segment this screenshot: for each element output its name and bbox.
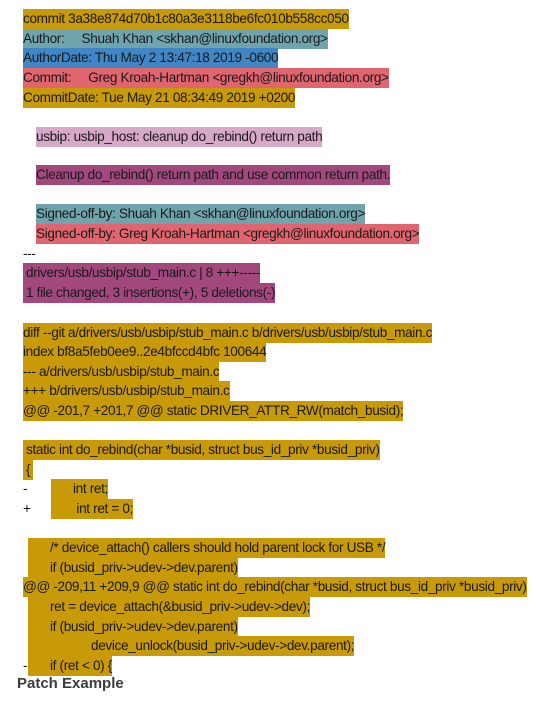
diff-git: diff --git a/drivers/usb/usbip/stub_main… [23, 323, 432, 343]
signoff-shuah: Signed-off-by: Shuah Khan <skhan@linuxfo… [36, 204, 365, 224]
patch-view: commit 3a38e874d70b1c80a3e3118be6fc010b5… [0, 0, 536, 716]
new-file-line: +++ b/drivers/usb/usbip/stub_main.c [23, 381, 230, 401]
signoff-greg: Signed-off-by: Greg Kroah-Hartman <gregk… [36, 224, 420, 244]
author-date-line: AuthorDate: Thu May 2 13:47:18 2019 -060… [23, 48, 279, 68]
deletion-marker: - [23, 481, 28, 496]
if-parent-check-2: if (busid_priv->udev->dev.parent) [28, 617, 238, 637]
if-ret-line: - if (ret < 0) { [23, 656, 112, 676]
addition-marker: + [23, 501, 31, 516]
separator-line: --- [23, 244, 36, 264]
stat-summary: 1 file changed, 3 insertions(+), 5 delet… [23, 283, 276, 303]
commit-line: commit 3a38e874d70b1c80a3e3118be6fc010b5… [23, 9, 349, 29]
if-parent-check-1: if (busid_priv->udev->dev.parent) [28, 558, 238, 578]
device-unlock-call: device_unlock(busid_priv->udev->dev.pare… [28, 636, 355, 656]
separator: --- [23, 246, 36, 261]
hunk-header-1: @@ -201,7 +201,7 @@ static DRIVER_ATTR_R… [23, 401, 404, 421]
figure-caption: Patch Example [17, 675, 124, 692]
committer: Commit: Greg Kroah-Hartman <gregkh@linux… [23, 68, 389, 88]
del-ret-line: - int ret; [23, 479, 108, 499]
stat-summary-line: 1 file changed, 3 insertions(+), 5 delet… [23, 283, 276, 303]
brace-line: { [23, 460, 34, 480]
diff-old-file: --- a/drivers/usb/usbip/stub_main.c [23, 362, 220, 382]
added-ret-decl: int ret = 0; [51, 499, 133, 519]
commit-hash: commit 3a38e874d70b1c80a3e3118be6fc010b5… [23, 9, 349, 29]
subject-line: usbip: usbip_host: cleanup do_rebind() r… [36, 127, 323, 147]
commit-date: CommitDate: Tue May 21 08:34:49 2019 +02… [23, 88, 295, 108]
ret-device-attach: ret = device_attach(&busid_priv->udev->d… [28, 597, 310, 617]
hunk-1: @@ -201,7 +201,7 @@ static DRIVER_ATTR_R… [23, 401, 404, 421]
author-date: AuthorDate: Thu May 2 13:47:18 2019 -060… [23, 48, 279, 68]
index-line: index bf8a5feb0ee9..2e4bfccd4bfc 100644 [23, 342, 267, 362]
stat-file-line: drivers/usb/usbip/stub_main.c | 8 +++---… [23, 263, 260, 283]
if-ret-negative: if (ret < 0) { [28, 656, 112, 676]
diff-index: index bf8a5feb0ee9..2e4bfccd4bfc 100644 [23, 342, 267, 362]
signoff-line-2: Signed-off-by: Greg Kroah-Hartman <gregk… [36, 224, 420, 244]
deletion-marker-2: - [23, 658, 28, 673]
author: Author: Shuah Khan <skhan@linuxfoundatio… [23, 29, 328, 49]
add-ret-line: + int ret = 0; [23, 499, 133, 519]
old-file-line: --- a/drivers/usb/usbip/stub_main.c [23, 362, 220, 382]
func-sig-line: static int do_rebind(char *busid, struct… [23, 440, 380, 460]
stat-file: drivers/usb/usbip/stub_main.c | 8 +++---… [23, 263, 260, 283]
signoff-line-1: Signed-off-by: Shuah Khan <skhan@linuxfo… [36, 204, 365, 224]
commit-subject: usbip: usbip_host: cleanup do_rebind() r… [36, 127, 323, 147]
deleted-ret-decl: int ret; [51, 479, 108, 499]
diff-git-line: diff --git a/drivers/usb/usbip/stub_main… [23, 323, 432, 343]
commit-date-line: CommitDate: Tue May 21 08:34:49 2019 +02… [23, 88, 295, 108]
device-attach-comment: /* device_attach() callers should hold p… [28, 538, 386, 558]
hunk-2: @@ -209,11 +209,9 @@ static int do_rebin… [23, 577, 527, 597]
func-signature: static int do_rebind(char *busid, struct… [23, 440, 380, 460]
author-line: Author: Shuah Khan <skhan@linuxfoundatio… [23, 29, 328, 49]
hunk-header-2: @@ -209,11 +209,9 @@ static int do_rebin… [23, 577, 527, 597]
committer-line: Commit: Greg Kroah-Hartman <gregkh@linux… [23, 68, 389, 88]
commit-body: Cleanup do_rebind() return path and use … [36, 165, 391, 185]
body-line: Cleanup do_rebind() return path and use … [36, 165, 391, 185]
diff-new-file: +++ b/drivers/usb/usbip/stub_main.c [23, 381, 230, 401]
open-brace: { [23, 460, 34, 480]
